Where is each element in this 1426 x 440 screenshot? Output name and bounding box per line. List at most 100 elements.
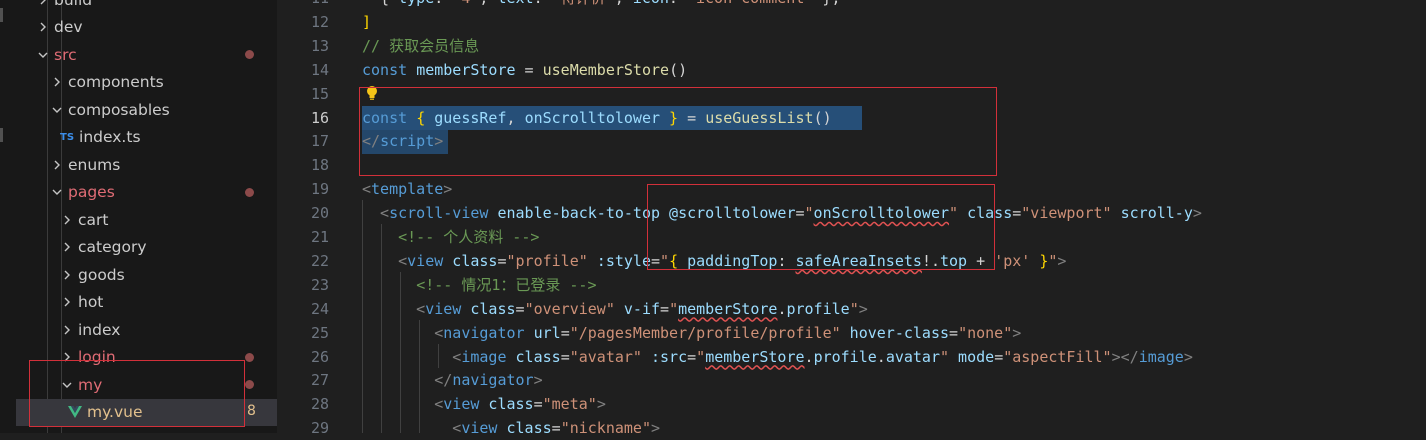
code-token: profile xyxy=(786,299,850,318)
code-token: . xyxy=(876,347,886,366)
code-token: class xyxy=(461,299,516,318)
code-token: : xyxy=(434,0,452,10)
code-token: = xyxy=(949,323,959,342)
tree-folder[interactable]: enums xyxy=(16,151,277,178)
tree-file[interactable]: TS index.ts xyxy=(16,124,277,151)
tree-item-label: components xyxy=(68,73,164,91)
chevron-right-icon[interactable] xyxy=(36,0,50,6)
code-token: class xyxy=(443,251,498,270)
code-token: const xyxy=(362,60,417,79)
code-token: text xyxy=(497,0,533,10)
chevron-right-icon[interactable] xyxy=(60,214,74,226)
code-token: = xyxy=(515,299,525,318)
code-token: mode xyxy=(949,347,995,366)
line-number: 14 xyxy=(310,60,329,79)
tree-item-label: goods xyxy=(78,265,125,284)
code-line[interactable]: < view class = "nickname" > xyxy=(362,416,660,433)
line-number: 16 xyxy=(310,108,329,127)
tree-folder[interactable]: category xyxy=(16,234,277,261)
line-number: 25 xyxy=(310,323,329,342)
code-line[interactable]: const memberStore = useMemberStore() xyxy=(362,58,687,82)
code-token: " xyxy=(669,299,679,318)
code-token: memberStore xyxy=(678,299,778,318)
code-token: = xyxy=(533,395,543,414)
line-number: 13 xyxy=(310,36,329,55)
code-token: memberStore xyxy=(416,60,516,79)
code-token: view xyxy=(443,395,480,414)
line-number: 12 xyxy=(310,12,329,31)
code-line[interactable]: < view class = "overview" v-if = " memberStore… xyxy=(362,297,868,321)
chevron-right-icon[interactable] xyxy=(60,269,74,281)
code-line[interactable]: < navigator url = "/pagesMember/profile/pro… xyxy=(362,321,1021,345)
tree-item-label: category xyxy=(78,238,147,256)
code-line[interactable]: < template > xyxy=(362,177,452,201)
code-token: > xyxy=(596,395,606,414)
line-number: 29 xyxy=(310,419,329,438)
line-number: 20 xyxy=(310,204,329,223)
code-token: " xyxy=(849,299,859,318)
code-line[interactable]: <!-- 个人资料 --> xyxy=(362,225,539,249)
code-token: > xyxy=(1012,323,1022,342)
code-token: < xyxy=(362,419,462,433)
line-number: 26 xyxy=(310,347,329,366)
tree-folder[interactable]: dev xyxy=(16,14,277,41)
line-number: 28 xyxy=(310,395,329,414)
code-token: < xyxy=(362,251,408,270)
code-token: avatar xyxy=(885,347,940,366)
tree-folder[interactable]: hot xyxy=(16,289,277,316)
tree-folder[interactable]: goods xyxy=(16,261,277,288)
chevron-down-icon[interactable] xyxy=(50,186,64,198)
code-token: '待评价' xyxy=(552,0,615,10)
tree-item-label: pages xyxy=(68,183,115,201)
code-token: "overview" xyxy=(524,299,615,318)
code-token: 'px' xyxy=(994,251,1031,270)
tree-folder[interactable]: build xyxy=(16,0,277,13)
code-token: > xyxy=(443,180,453,199)
tree-folder[interactable]: index xyxy=(16,316,277,343)
tree-folder[interactable]: cart xyxy=(16,206,277,233)
tree-folder[interactable]: components xyxy=(16,69,277,96)
code-token: useMemberStore xyxy=(542,60,670,79)
code-line[interactable]: </navigator > xyxy=(362,368,542,392)
code-line[interactable]: { type: '4', text: '待评价', icon: 'icon-co… xyxy=(362,0,840,10)
code-token: "none" xyxy=(958,323,1013,342)
tree-item-label: dev xyxy=(54,18,83,36)
tree-item-label: index.ts xyxy=(79,128,141,146)
line-number: 24 xyxy=(310,299,329,318)
tree-item-label: build xyxy=(54,0,92,9)
code-token: } xyxy=(1030,251,1049,270)
tree-folder[interactable]: src xyxy=(16,41,277,68)
line-number: 11 xyxy=(277,0,329,10)
chevron-right-icon[interactable] xyxy=(36,21,50,33)
code-line[interactable]: < image class = "avatar" :src = " memberStore.… xyxy=(362,345,1193,369)
tree-folder[interactable]: composables xyxy=(16,96,277,123)
code-line[interactable]: ] xyxy=(362,10,371,34)
chevron-right-icon[interactable] xyxy=(60,296,74,308)
code-line[interactable]: <!-- 情况1：已登录 --> xyxy=(362,273,596,297)
code-line[interactable]: < view class = "meta" > xyxy=(362,392,606,416)
chevron-down-icon[interactable] xyxy=(50,104,64,116)
chevron-right-icon[interactable] xyxy=(60,324,74,336)
line-number: 19 xyxy=(310,180,329,199)
tree-item-label: composables xyxy=(68,100,170,119)
code-token: "nickname" xyxy=(560,419,651,433)
code-token: url xyxy=(524,323,561,342)
code-token: v-if xyxy=(614,299,661,318)
code-token: // 获取会员信息 xyxy=(362,36,480,55)
code-token: "viewport" xyxy=(1021,204,1112,223)
highlight-box-script xyxy=(359,87,997,176)
code-line[interactable]: // 获取会员信息 xyxy=(362,34,479,58)
chevron-right-icon[interactable] xyxy=(50,76,64,88)
chevron-right-icon[interactable] xyxy=(50,159,64,171)
chevron-right-icon[interactable] xyxy=(60,241,74,253)
code-token: : xyxy=(669,0,687,10)
code-token: template xyxy=(371,180,444,199)
chevron-down-icon[interactable] xyxy=(36,49,50,61)
code-token: '4' xyxy=(452,0,479,10)
code-token: ></ xyxy=(1111,347,1139,366)
code-token: view xyxy=(425,299,462,318)
code-token: " xyxy=(940,347,950,366)
code-token: navigator xyxy=(452,371,534,390)
tree-folder[interactable]: pages xyxy=(16,179,277,206)
